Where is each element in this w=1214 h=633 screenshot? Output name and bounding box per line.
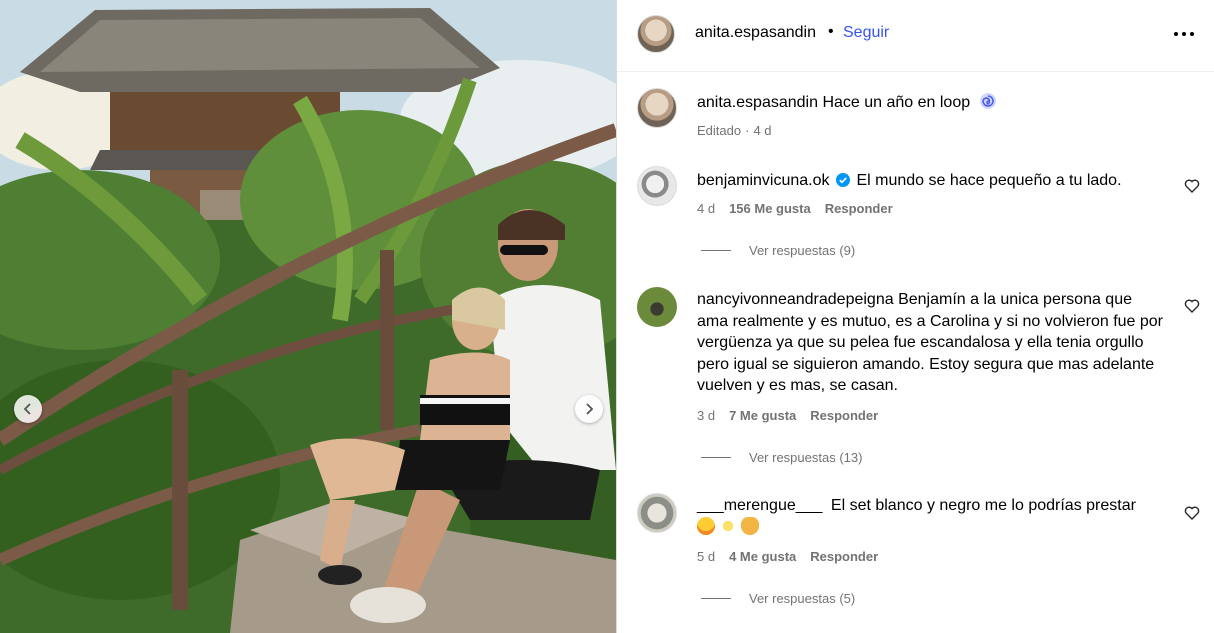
follow-button[interactable]: Seguir bbox=[843, 24, 889, 42]
caption-username[interactable]: anita.espasandin bbox=[697, 94, 818, 111]
avatar[interactable] bbox=[637, 15, 675, 53]
comment-likes[interactable]: 7 Me gusta bbox=[729, 408, 796, 423]
view-replies-button[interactable]: Ver respuestas (9) bbox=[701, 243, 855, 258]
comment-username[interactable]: benjaminvicuna.ok bbox=[697, 172, 830, 189]
replies-divider bbox=[701, 598, 731, 599]
comment-timestamp[interactable]: 3 d bbox=[697, 408, 715, 423]
view-replies-label: Ver respuestas (5) bbox=[749, 591, 856, 606]
photo-illustration bbox=[0, 0, 616, 633]
comment-body: El set blanco y negro me lo podrías pres… bbox=[830, 497, 1136, 514]
separator-dot: • bbox=[828, 23, 834, 40]
verified-badge-icon bbox=[835, 173, 850, 187]
reply-button[interactable]: Responder bbox=[810, 549, 878, 564]
meta-dot: · bbox=[745, 123, 750, 138]
avatar[interactable] bbox=[637, 287, 677, 327]
chevron-left-icon bbox=[23, 403, 31, 415]
comments-panel: anita.espasandin • Seguir anita.espasand… bbox=[616, 0, 1214, 633]
next-photo-button[interactable] bbox=[575, 395, 603, 423]
view-replies-button[interactable]: Ver respuestas (5) bbox=[701, 591, 855, 606]
reply-button[interactable]: Responder bbox=[810, 408, 878, 423]
comment-text-1: benjaminvicuna.ok El mundo se hace peque… bbox=[697, 170, 1167, 192]
avatar[interactable] bbox=[637, 493, 677, 533]
comment-text-2: nancyivonneandradepeigna Benjamín a la u… bbox=[697, 289, 1167, 397]
edited-label: Editado bbox=[697, 123, 742, 138]
comment-meta: 4 d 156 Me gusta Responder bbox=[697, 201, 907, 216]
sparkles-emoji-icon bbox=[719, 516, 737, 535]
heart-outline-icon[interactable] bbox=[1184, 178, 1200, 194]
caption-text: Hace un año en loop bbox=[822, 94, 971, 111]
view-replies-button[interactable]: Ver respuestas (13) bbox=[701, 450, 862, 465]
replies-divider bbox=[701, 250, 731, 251]
comment-timestamp[interactable]: 5 d bbox=[697, 549, 715, 564]
comment-meta: 3 d 7 Me gusta Responder bbox=[697, 408, 892, 423]
chevron-right-icon bbox=[586, 403, 594, 415]
caption-meta: Editado · 4 d bbox=[697, 123, 786, 138]
comment-meta: 5 d 4 Me gusta Responder bbox=[697, 549, 892, 564]
more-options-button[interactable] bbox=[1172, 22, 1196, 46]
comment-text-3: ___merengue___ El set blanco y negro me … bbox=[697, 495, 1167, 538]
grinning-squinting-face-emoji-icon bbox=[697, 516, 715, 535]
owner-username[interactable]: anita.espasandin bbox=[695, 24, 816, 42]
comment-likes[interactable]: 156 Me gusta bbox=[729, 201, 811, 216]
instagram-post-view: anita.espasandin • Seguir anita.espasand… bbox=[0, 0, 1214, 633]
loop-swirl-icon bbox=[979, 93, 996, 109]
post-caption: anita.espasandin Hace un año en loop bbox=[697, 92, 1177, 113]
post-header: anita.espasandin • Seguir bbox=[617, 0, 1214, 72]
comment-username[interactable]: ___merengue___ bbox=[697, 497, 822, 514]
post-photo[interactable] bbox=[0, 0, 616, 633]
caption-avatar[interactable] bbox=[637, 88, 677, 128]
view-replies-label: Ver respuestas (13) bbox=[749, 450, 863, 465]
caption-timestamp[interactable]: 4 d bbox=[753, 123, 771, 138]
avatar[interactable] bbox=[637, 166, 677, 206]
heart-hands-emoji-icon bbox=[741, 516, 759, 535]
comment-body: El mundo se hace pequeño a tu lado. bbox=[856, 172, 1122, 189]
comment-timestamp[interactable]: 4 d bbox=[697, 201, 715, 216]
reply-button[interactable]: Responder bbox=[825, 201, 893, 216]
comment-likes[interactable]: 4 Me gusta bbox=[729, 549, 796, 564]
view-replies-label: Ver respuestas (9) bbox=[749, 243, 856, 258]
replies-divider bbox=[701, 457, 731, 458]
more-options-icon bbox=[1174, 32, 1194, 36]
heart-outline-icon[interactable] bbox=[1184, 505, 1200, 521]
previous-photo-button[interactable] bbox=[14, 395, 42, 423]
heart-outline-icon[interactable] bbox=[1184, 298, 1200, 314]
comment-username[interactable]: nancyivonneandradepeigna bbox=[697, 291, 894, 308]
